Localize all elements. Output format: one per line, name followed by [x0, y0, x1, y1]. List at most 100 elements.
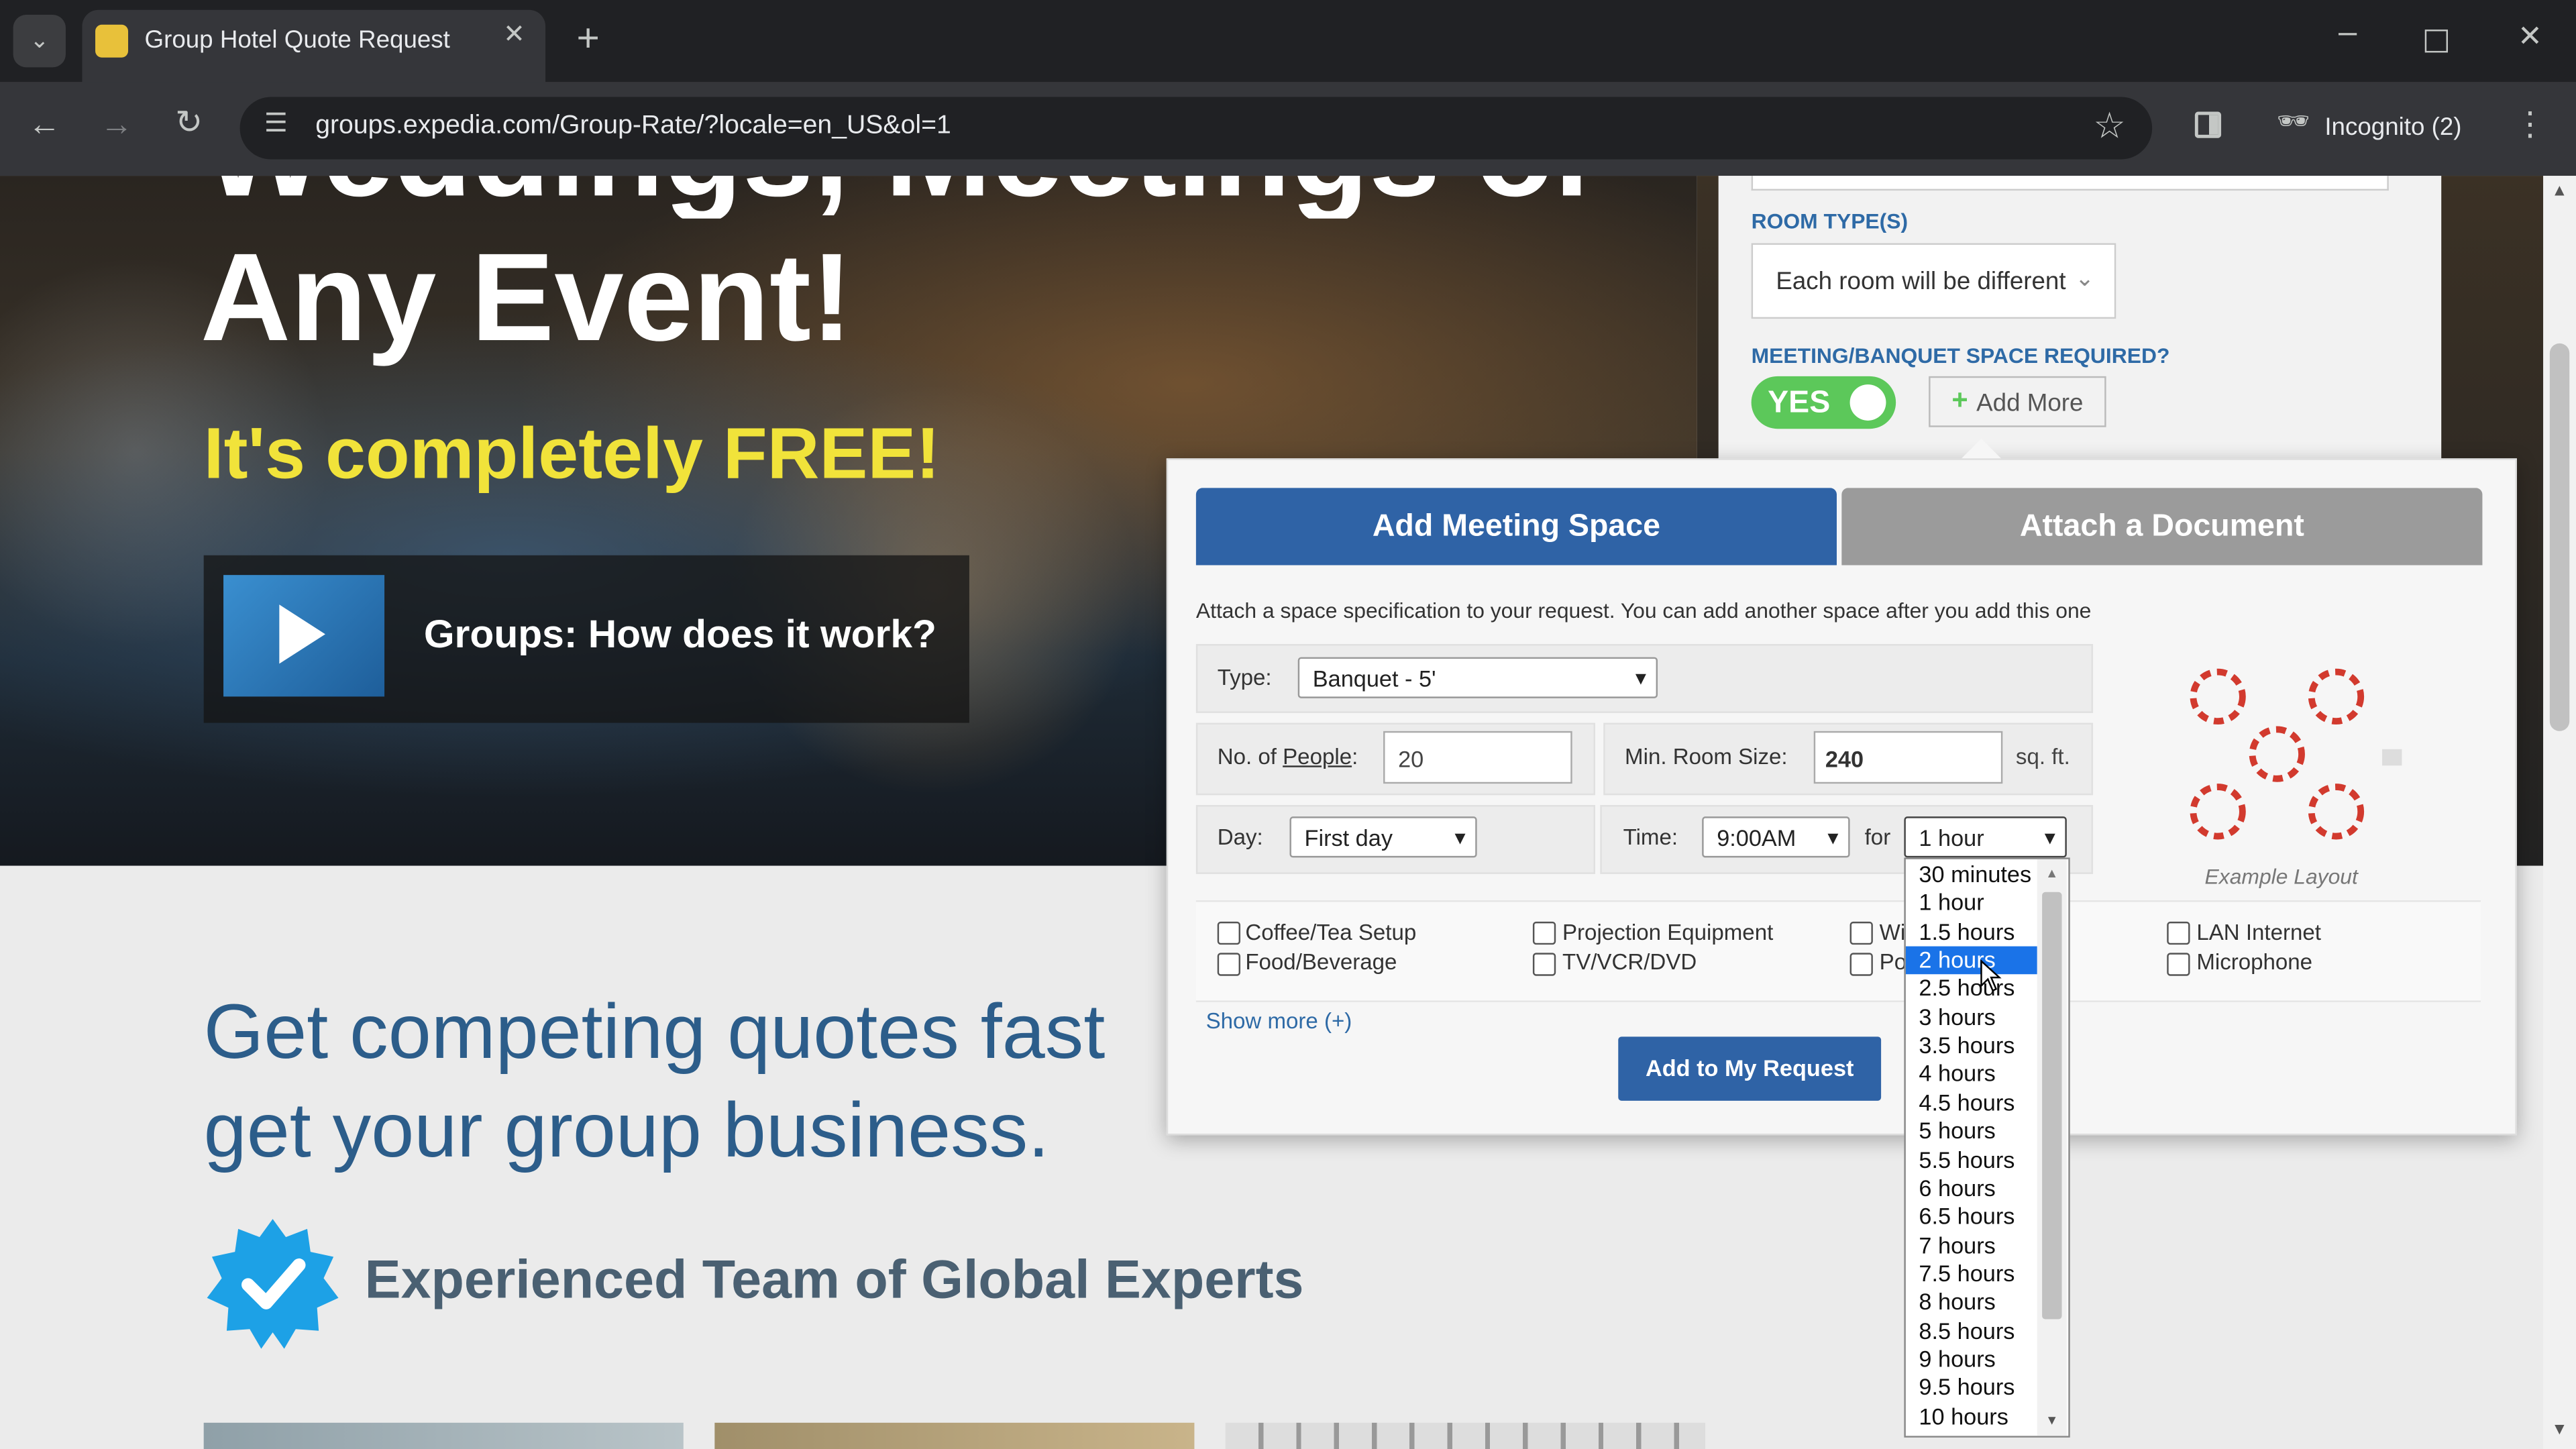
example-layout-diagram — [2178, 663, 2408, 844]
side-panel-icon[interactable] — [2194, 111, 2222, 138]
duration-option[interactable]: 2.5 hours — [1906, 975, 2037, 1004]
room-size-input[interactable]: 240 — [1813, 731, 2003, 784]
duration-select[interactable]: 1 hour ▾ — [1904, 816, 2067, 858]
hero-title-line1: Weddings, Meetings or — [204, 176, 1604, 219]
duration-option[interactable]: 10 hours — [1906, 1403, 2037, 1432]
duration-option[interactable]: 6.5 hours — [1906, 1203, 2037, 1232]
chevron-down-icon: ⌄ — [2075, 264, 2094, 291]
checkbox-label: LAN Internet — [2196, 920, 2321, 945]
day-value: First day — [1304, 824, 1393, 851]
checkbox-label: Coffee/Tea Setup — [1245, 920, 1417, 945]
show-more-link[interactable]: Show more (+) — [1206, 1009, 1352, 1034]
page-scrollbar[interactable]: ▲ ▼ — [2543, 176, 2576, 1449]
time-label: Time: — [1623, 824, 1678, 850]
chevron-down-icon: ▾ — [1635, 665, 1646, 690]
chevron-down-icon: ▾ — [2044, 824, 2055, 850]
duration-option[interactable]: 4.5 hours — [1906, 1089, 2037, 1118]
incognito-label: Incognito (2) — [2324, 113, 2462, 142]
checkbox[interactable] — [2167, 921, 2190, 945]
add-to-request-button[interactable]: Add to My Request — [1618, 1036, 1882, 1101]
duration-option[interactable]: 8.5 hours — [1906, 1317, 2037, 1346]
duration-option[interactable]: 1.5 hours — [1906, 918, 2037, 947]
people-input[interactable]: 20 — [1383, 731, 1572, 784]
duration-option[interactable]: 7.5 hours — [1906, 1260, 2037, 1289]
scroll-up-icon[interactable]: ▲ — [2045, 866, 2058, 881]
bookmark-star-icon[interactable]: ☆ — [2090, 107, 2129, 148]
duration-option[interactable]: 4 hours — [1906, 1061, 2037, 1089]
minimize-icon[interactable]: – — [2330, 16, 2366, 56]
duration-option[interactable]: 8 hours — [1906, 1289, 2037, 1318]
room-types-value: Each room will be different — [1776, 268, 2066, 296]
tab-add-label: Add Meeting Space — [1372, 509, 1661, 544]
scroll-down-icon[interactable]: ▼ — [2045, 1413, 2058, 1428]
popup-pointer — [1962, 438, 2001, 459]
time-select[interactable]: 9:00AM ▾ — [1702, 816, 1850, 858]
play-icon — [279, 604, 325, 664]
scroll-down-icon[interactable]: ▼ — [2551, 1421, 2567, 1439]
day-select[interactable]: First day ▾ — [1289, 816, 1477, 858]
meeting-space-toggle[interactable]: YES — [1751, 376, 1896, 429]
duration-option[interactable]: 5 hours — [1906, 1118, 2037, 1146]
checkbox[interactable] — [1849, 953, 1873, 976]
duration-option[interactable]: 2 hours — [1905, 946, 2037, 975]
tab-attach-label: Attach a Document — [2019, 509, 2304, 544]
people-value: 20 — [1398, 745, 1424, 773]
time-value: 9:00AM — [1717, 824, 1796, 851]
duration-dropdown-list[interactable]: 30 minutes 1 hour 1.5 hours 2 hours 2.5 hour… — [1904, 857, 2070, 1438]
mouse-cursor-icon — [1980, 959, 2002, 992]
site-info-icon[interactable]: ☰ — [260, 111, 292, 145]
checkbox[interactable] — [1849, 921, 1873, 945]
new-tab-icon[interactable]: + — [568, 19, 608, 59]
checkbox[interactable] — [1217, 921, 1240, 945]
photo-strip-1 — [203, 1422, 684, 1449]
duration-value: 1 hour — [1919, 824, 1984, 851]
popup-description: Attach a space specification to your req… — [1195, 598, 2092, 623]
room-types-select[interactable]: Each room will be different ⌄ — [1751, 243, 2116, 319]
duration-option[interactable]: 3.5 hours — [1906, 1032, 2037, 1061]
people-label-prefix: No. of — [1217, 744, 1283, 769]
scrollbar-thumb[interactable] — [2549, 343, 2570, 731]
duration-options: 30 minutes 1 hour 1.5 hours 2 hours 2.5 hour… — [1905, 859, 2037, 1436]
restore-icon[interactable] — [2424, 30, 2449, 53]
reload-icon[interactable]: ↻ — [171, 107, 207, 143]
tab-attach-document[interactable]: Attach a Document — [1841, 488, 2483, 566]
duration-option[interactable]: 7 hours — [1906, 1232, 2037, 1260]
tab-add-meeting-space[interactable]: Add Meeting Space — [1195, 488, 1837, 566]
close-tab-icon[interactable]: ✕ — [498, 22, 531, 56]
checkbox[interactable] — [1532, 921, 1556, 945]
duration-option[interactable]: 9 hours — [1906, 1346, 2037, 1375]
duration-option[interactable]: 1 hour — [1906, 890, 2037, 918]
back-icon[interactable]: ← — [26, 109, 62, 145]
duration-option[interactable]: 5.5 hours — [1906, 1146, 2037, 1175]
checkbox[interactable] — [2167, 953, 2190, 976]
close-window-icon[interactable]: ✕ — [2514, 21, 2546, 58]
meeting-space-label: MEETING/BANQUET SPACE REQUIRED? — [1751, 343, 2170, 368]
for-label: for — [1864, 824, 1891, 850]
checkbox[interactable] — [1217, 953, 1240, 976]
add-more-label: Add More — [1976, 389, 2084, 418]
dropdown-scrollbar-thumb[interactable] — [2042, 892, 2062, 1320]
video-thumbnail[interactable] — [223, 575, 385, 697]
url-text[interactable]: groups.expedia.com/Group-Rate/?locale=en… — [315, 112, 951, 142]
room-size-value: 240 — [1825, 745, 1864, 773]
duration-option[interactable]: 3 hours — [1906, 1004, 2037, 1032]
video-label[interactable]: Groups: How does it work? — [424, 612, 936, 659]
feature-label: Experienced Team of Global Experts — [364, 1248, 1304, 1309]
tab-search-icon[interactable]: ⌄ — [13, 15, 66, 68]
room-size-unit: sq. ft. — [2015, 744, 2070, 769]
people-label-link[interactable]: People — [1283, 744, 1352, 769]
lower-heading-line1: Get competing quotes fast — [203, 987, 1106, 1075]
checkbox-label: Po — [1879, 949, 1907, 975]
browser-menu-icon[interactable]: ⋮ — [2514, 109, 2546, 145]
scroll-up-icon[interactable]: ▲ — [2551, 182, 2567, 201]
checkbox[interactable] — [1532, 953, 1556, 976]
type-select[interactable]: Banquet - 5' ▾ — [1297, 657, 1658, 698]
free-text: It's completely FREE! — [203, 414, 941, 495]
add-more-button[interactable]: + Add More — [1929, 376, 2106, 427]
duration-option[interactable]: 9.5 hours — [1906, 1374, 2037, 1403]
dropdown-scrollbar[interactable]: ▲ ▼ — [2037, 859, 2067, 1436]
forward-icon[interactable]: → — [99, 109, 135, 145]
duration-option[interactable]: 6 hours — [1906, 1175, 2037, 1203]
duration-option[interactable]: 30 minutes — [1906, 861, 2037, 890]
type-label: Type: — [1217, 665, 1272, 690]
